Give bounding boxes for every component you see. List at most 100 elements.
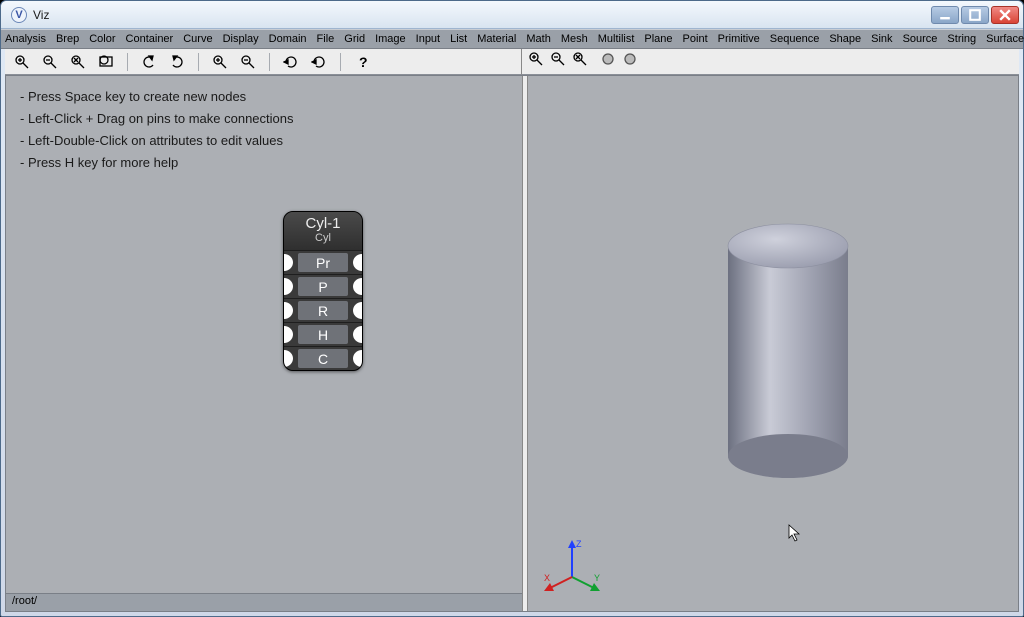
port-r[interactable]: R bbox=[284, 298, 362, 322]
menu-image[interactable]: Image bbox=[375, 33, 406, 45]
menu-domain[interactable]: Domain bbox=[269, 33, 307, 45]
redo-button[interactable] bbox=[166, 52, 188, 72]
zoom-reset-button[interactable] bbox=[572, 51, 588, 72]
menu-string[interactable]: String bbox=[947, 33, 976, 45]
menu-multilist[interactable]: Multilist bbox=[598, 33, 635, 45]
help-line: - Press H key for more help bbox=[20, 152, 294, 174]
menu-list[interactable]: List bbox=[450, 33, 467, 45]
node-cyl-1[interactable]: Cyl-1 Cyl Pr PRHC bbox=[283, 211, 363, 371]
pin-in-icon[interactable] bbox=[283, 278, 293, 295]
port-c[interactable]: C bbox=[284, 346, 362, 370]
client-area: - Press Space key to create new nodes - L… bbox=[5, 75, 1019, 612]
menu-brep[interactable]: Brep bbox=[56, 33, 79, 45]
port-pr[interactable]: Pr bbox=[284, 250, 362, 274]
menu-material[interactable]: Material bbox=[477, 33, 516, 45]
zoom-extents-button[interactable] bbox=[95, 52, 117, 72]
menu-point[interactable]: Point bbox=[683, 33, 708, 45]
minimize-button[interactable] bbox=[931, 6, 959, 24]
shade-b-icon bbox=[622, 51, 638, 67]
separator bbox=[269, 53, 270, 71]
undo-icon bbox=[141, 54, 157, 70]
port-label[interactable]: C bbox=[298, 349, 348, 368]
menu-primitive[interactable]: Primitive bbox=[718, 33, 760, 45]
pin-out-icon[interactable] bbox=[353, 350, 363, 367]
node-header[interactable]: Cyl-1 Cyl bbox=[284, 212, 362, 250]
menu-plane[interactable]: Plane bbox=[644, 33, 672, 45]
pin-in-icon[interactable] bbox=[283, 302, 293, 319]
refresh-b-icon bbox=[311, 54, 327, 70]
zoom-out-icon bbox=[42, 54, 58, 70]
port-p[interactable]: P bbox=[284, 274, 362, 298]
menu-file[interactable]: File bbox=[317, 33, 335, 45]
svg-text:?: ? bbox=[359, 54, 368, 70]
menu-container[interactable]: Container bbox=[126, 33, 174, 45]
zoom-reset-button[interactable] bbox=[67, 52, 89, 72]
titlebar[interactable]: V Viz bbox=[1, 1, 1023, 29]
pin-out-icon[interactable] bbox=[353, 254, 363, 271]
port-label[interactable]: P bbox=[298, 277, 348, 296]
undo-button[interactable] bbox=[138, 52, 160, 72]
zoom-out-button[interactable] bbox=[39, 52, 61, 72]
node-title: Cyl-1 bbox=[305, 215, 340, 232]
menubar: Analysis Brep Color Container Curve Display Do… bbox=[1, 29, 1023, 49]
zoom-out-button[interactable] bbox=[550, 51, 566, 72]
menu-color[interactable]: Color bbox=[89, 33, 115, 45]
window-controls bbox=[931, 6, 1019, 24]
menu-shape[interactable]: Shape bbox=[829, 33, 861, 45]
help-line: - Press Space key to create new nodes bbox=[20, 86, 294, 108]
zoom-out-button[interactable] bbox=[237, 52, 259, 72]
shade-b-button[interactable] bbox=[622, 51, 638, 72]
menu-math[interactable]: Math bbox=[526, 33, 550, 45]
node-subtitle: Cyl bbox=[284, 233, 362, 244]
menu-surface[interactable]: Surface bbox=[986, 33, 1024, 45]
zoom-out-icon bbox=[550, 51, 566, 67]
port-label[interactable]: Pr bbox=[298, 253, 348, 272]
viewport-pane[interactable]: Z Y X bbox=[528, 76, 1018, 611]
viewport-toolbar bbox=[521, 49, 1019, 75]
shade-a-icon bbox=[600, 51, 616, 67]
refresh-a-button[interactable] bbox=[280, 52, 302, 72]
help-button[interactable]: ? bbox=[351, 52, 373, 72]
svg-text:Z: Z bbox=[576, 539, 582, 549]
pin-in-icon[interactable] bbox=[283, 326, 293, 343]
axis-gizmo-icon: Z Y X bbox=[542, 537, 602, 597]
menu-mesh[interactable]: Mesh bbox=[561, 33, 588, 45]
zoom-in-button[interactable] bbox=[528, 51, 544, 72]
app-icon: V bbox=[11, 7, 27, 23]
menu-sink[interactable]: Sink bbox=[871, 33, 892, 45]
graph-pane[interactable]: - Press Space key to create new nodes - L… bbox=[6, 76, 522, 611]
port-label[interactable]: R bbox=[298, 301, 348, 320]
help-line: - Left-Double-Click on attributes to edi… bbox=[20, 130, 294, 152]
menu-grid[interactable]: Grid bbox=[344, 33, 365, 45]
pin-in-icon[interactable] bbox=[283, 350, 293, 367]
zoom-in-icon bbox=[14, 54, 30, 70]
menu-analysis[interactable]: Analysis bbox=[5, 33, 46, 45]
shade-a-button[interactable] bbox=[600, 51, 616, 72]
zoom-reset-icon bbox=[70, 54, 86, 70]
pin-out-icon[interactable] bbox=[353, 326, 363, 343]
zoom-in-icon bbox=[528, 51, 544, 67]
zoom-extents-icon bbox=[98, 54, 114, 70]
zoom-out-icon bbox=[240, 54, 256, 70]
zoom-in-button[interactable] bbox=[11, 52, 33, 72]
cylinder-preview bbox=[708, 206, 868, 506]
menu-sequence[interactable]: Sequence bbox=[770, 33, 820, 45]
status-bar: /root/ bbox=[6, 593, 522, 611]
port-label[interactable]: H bbox=[298, 325, 348, 344]
svg-text:X: X bbox=[544, 573, 550, 583]
svg-text:Y: Y bbox=[594, 573, 600, 583]
port-h[interactable]: H bbox=[284, 322, 362, 346]
menu-curve[interactable]: Curve bbox=[183, 33, 212, 45]
maximize-button[interactable] bbox=[961, 6, 989, 24]
refresh-a-icon bbox=[283, 54, 299, 70]
menu-display[interactable]: Display bbox=[223, 33, 259, 45]
menu-source[interactable]: Source bbox=[903, 33, 938, 45]
pin-out-icon[interactable] bbox=[353, 302, 363, 319]
pin-out-icon[interactable] bbox=[353, 278, 363, 295]
graph-help-text: - Press Space key to create new nodes - L… bbox=[20, 86, 294, 174]
close-button[interactable] bbox=[991, 6, 1019, 24]
menu-input[interactable]: Input bbox=[416, 33, 440, 45]
pin-in-icon[interactable] bbox=[283, 254, 293, 271]
zoom-in-button[interactable] bbox=[209, 52, 231, 72]
refresh-b-button[interactable] bbox=[308, 52, 330, 72]
